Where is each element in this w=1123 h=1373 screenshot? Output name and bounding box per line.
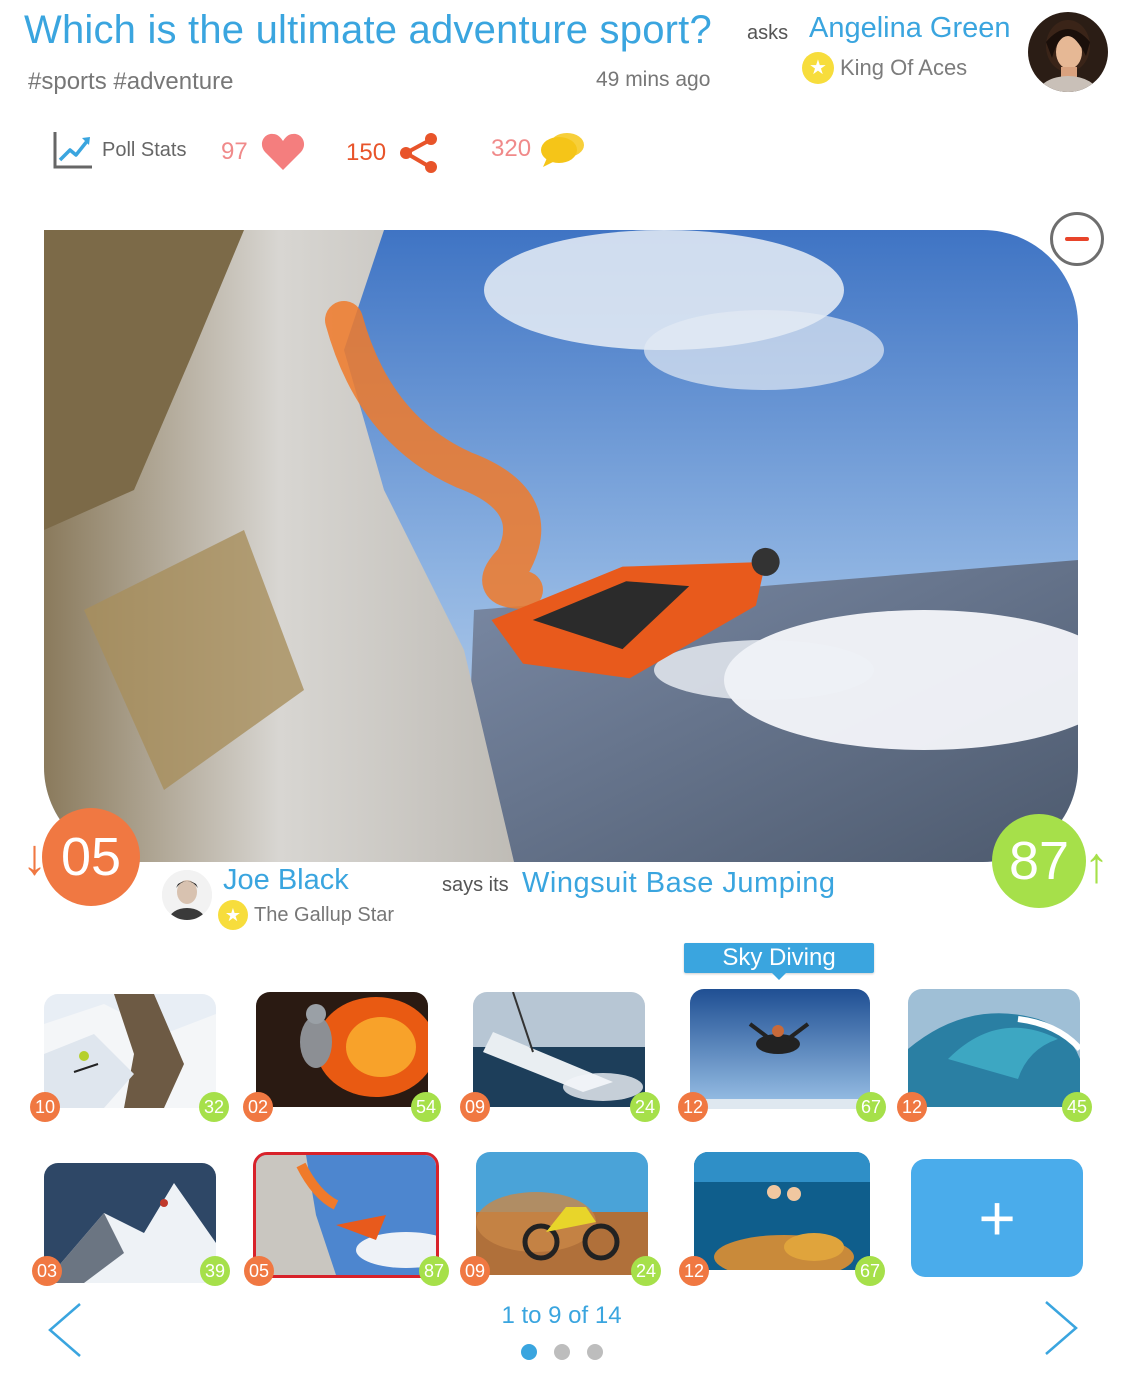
answerer-name[interactable]: Joe Black xyxy=(223,864,349,897)
thumbnail-surfing[interactable] xyxy=(908,989,1080,1107)
page-info: 1 to 9 of 14 xyxy=(501,1302,622,1329)
answer-text: Wingsuit Base Jumping xyxy=(522,867,836,899)
heart-icon xyxy=(261,133,304,170)
thumbnail-scuba-diving[interactable] xyxy=(694,1152,870,1270)
upvote-arrow-icon[interactable]: ↑ xyxy=(1084,840,1109,890)
motocross-photo-icon xyxy=(476,1152,648,1275)
volcano-photo-icon xyxy=(256,992,428,1107)
asks-label: asks xyxy=(747,22,789,44)
minus-icon xyxy=(1065,237,1089,241)
mountaineering-photo-icon xyxy=(44,1163,216,1283)
thumbnail-downvote-badge: 10 xyxy=(30,1092,60,1122)
sailing-photo-icon xyxy=(473,992,645,1107)
thumbnail-mountaineering[interactable] xyxy=(44,1163,216,1283)
thumbnail-downvote-badge: 09 xyxy=(460,1092,490,1122)
add-answer-button[interactable]: + xyxy=(911,1159,1083,1277)
page-dots xyxy=(0,1344,1123,1360)
downvote-count[interactable]: 05 xyxy=(42,808,140,906)
user-avatar-icon xyxy=(1028,12,1108,92)
thumbnail-upvote-badge: 67 xyxy=(856,1092,886,1122)
author-rank: ★ King Of Aces xyxy=(802,52,967,84)
shares-count: 150 xyxy=(346,139,387,166)
shares-button[interactable]: 150 xyxy=(346,132,440,174)
share-icon xyxy=(400,133,438,173)
thumbnail-skydiving[interactable] xyxy=(690,989,870,1109)
likes-button[interactable]: 97 xyxy=(221,132,306,172)
main-answer-image[interactable] xyxy=(44,230,1078,862)
wingsuit-photo-icon xyxy=(44,230,1078,862)
thumbnail-upvote-badge: 87 xyxy=(419,1256,449,1286)
comments-icon xyxy=(541,133,585,167)
poll-stats-button[interactable]: Poll Stats xyxy=(52,130,186,170)
wingsuit-photo-icon xyxy=(256,1155,436,1275)
thumbnail-sailing[interactable] xyxy=(473,992,645,1107)
answerer-avatar[interactable] xyxy=(162,870,212,920)
answerer-rank: ★ The Gallup Star xyxy=(218,900,394,930)
star-icon: ★ xyxy=(218,900,248,930)
poll-stats-label: Poll Stats xyxy=(102,138,187,161)
thumbnail-tooltip: Sky Diving xyxy=(684,943,874,980)
page-dot-1[interactable] xyxy=(520,1344,537,1360)
scuba-diving-photo-icon xyxy=(694,1152,870,1270)
thumbnail-downvote-badge: 09 xyxy=(460,1256,490,1286)
thumbnail-downvote-badge: 12 xyxy=(897,1092,927,1122)
answerer-rank-label: The Gallup Star xyxy=(254,903,395,926)
likes-count: 97 xyxy=(221,138,248,165)
comments-count: 320 xyxy=(491,135,532,162)
thumbnail-downvote-badge: 03 xyxy=(32,1256,62,1286)
thumbnail-volcano[interactable] xyxy=(256,992,428,1107)
remove-button[interactable] xyxy=(1050,212,1104,266)
author-avatar[interactable] xyxy=(1028,12,1108,92)
page-dot-2[interactable] xyxy=(553,1344,570,1360)
upvote-count[interactable]: 87 xyxy=(992,814,1086,908)
thumbnail-upvote-badge: 24 xyxy=(631,1256,661,1286)
thumbnail-motocross[interactable] xyxy=(476,1152,648,1275)
author-rank-label: King Of Aces xyxy=(840,55,968,80)
thumbnail-upvote-badge: 67 xyxy=(855,1256,885,1286)
user-avatar-icon xyxy=(162,870,212,920)
star-icon: ★ xyxy=(802,52,834,84)
stats-bar: Poll Stats 97 150 320 xyxy=(52,130,612,174)
line-chart-icon xyxy=(53,132,92,169)
question-title: Which is the ultimate adventure sport? xyxy=(24,8,712,52)
says-its-label: says its xyxy=(442,874,509,896)
skiing-photo-icon xyxy=(44,994,216,1108)
thumbnail-upvote-badge: 45 xyxy=(1062,1092,1092,1122)
thumbnail-upvote-badge: 32 xyxy=(199,1092,229,1122)
thumbnail-upvote-badge: 24 xyxy=(630,1092,660,1122)
skydiving-photo-icon xyxy=(690,989,870,1109)
thumbnail-upvote-badge: 39 xyxy=(200,1256,230,1286)
page-dot-3[interactable] xyxy=(586,1344,603,1360)
thumbnail-upvote-badge: 54 xyxy=(411,1092,441,1122)
author-name[interactable]: Angelina Green xyxy=(809,12,1011,45)
surfing-photo-icon xyxy=(908,989,1080,1107)
comments-button[interactable]: 320 xyxy=(491,130,585,168)
hashtags[interactable]: #sports #adventure xyxy=(28,68,233,96)
thumbnail-downvote-badge: 05 xyxy=(244,1256,274,1286)
thumbnail-downvote-badge: 02 xyxy=(243,1092,273,1122)
timestamp: 49 mins ago xyxy=(596,68,711,91)
thumbnail-downvote-badge: 12 xyxy=(678,1092,708,1122)
thumbnail-wingsuit[interactable] xyxy=(253,1152,439,1278)
thumbnail-downvote-badge: 12 xyxy=(679,1256,709,1286)
thumbnail-skiing[interactable] xyxy=(44,994,216,1108)
